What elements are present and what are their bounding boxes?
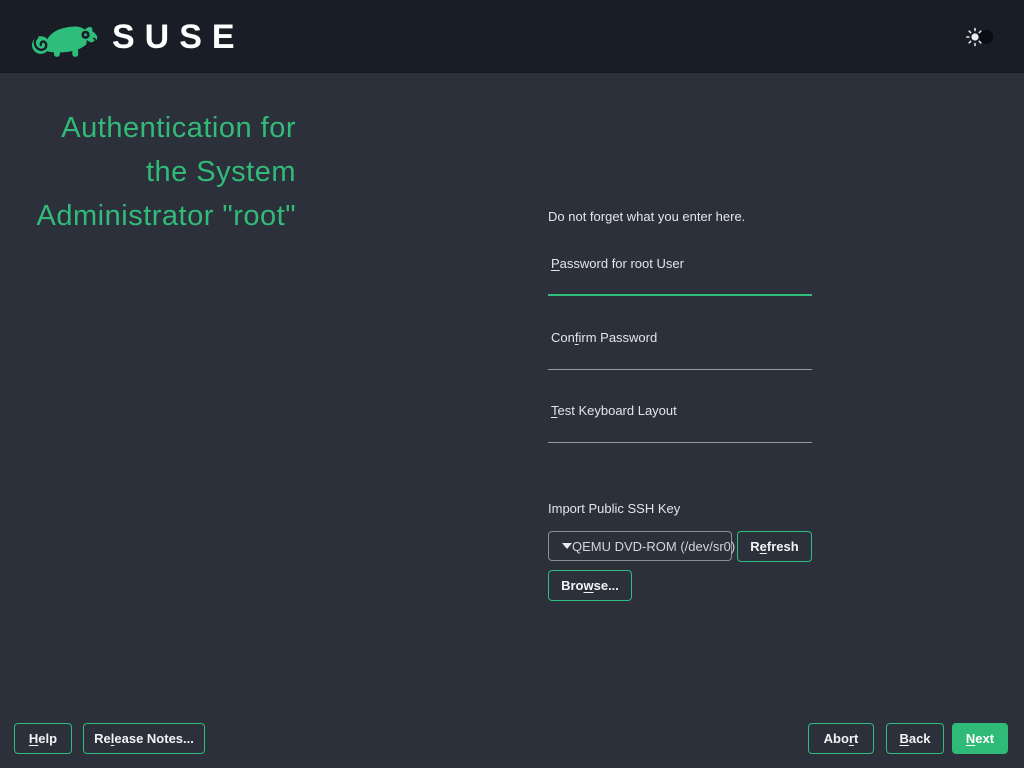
page-title-line: the System (145, 156, 296, 188)
import-ssh-key-label: Import Public SSH Key (548, 501, 681, 516)
refresh-button[interactable]: Refresh (737, 531, 812, 562)
confirm-password-input[interactable] (548, 346, 812, 370)
button-mnemonic: H (28, 731, 39, 746)
label-text: assword for root User (559, 256, 684, 271)
button-mnemonic: w (583, 578, 594, 593)
button-label: se... (593, 578, 619, 593)
next-button[interactable]: Next (952, 723, 1008, 754)
button-mnemonic: B (899, 731, 909, 746)
button-label: ack (908, 731, 931, 746)
button-mnemonic: N (965, 731, 976, 746)
browse-button[interactable]: Browse... (548, 570, 632, 601)
label-text: irm Password (578, 330, 658, 345)
chevron-down-icon (562, 543, 572, 549)
confirm-password-field-group: Confirm Password (548, 330, 812, 372)
theme-toggle-icon[interactable] (966, 26, 996, 48)
button-label: Abo (823, 731, 849, 746)
confirm-password-label: Confirm Password (548, 330, 812, 345)
button-label: t (854, 731, 859, 746)
password-hint-text: Do not forget what you enter here. (548, 209, 746, 224)
label-text: Con (551, 330, 575, 345)
installer-window: SUSE Authentication for the System Admin… (0, 0, 1024, 768)
release-notes-button[interactable]: Release Notes... (83, 723, 205, 754)
button-label: Re (94, 731, 111, 746)
page-title-line: Authentication for (61, 112, 296, 144)
button-mnemonic: e (759, 539, 767, 554)
test-keyboard-field-group: Test Keyboard Layout (548, 403, 812, 445)
button-label: ext (975, 731, 995, 746)
label-text: est Keyboard Layout (557, 403, 677, 418)
button-label: Bro (561, 578, 584, 593)
root-password-field-group: Password for root User (548, 256, 812, 298)
button-label: elp (38, 731, 58, 746)
suse-chameleon-icon (28, 15, 102, 59)
back-button[interactable]: Back (886, 723, 944, 754)
root-password-input[interactable] (548, 272, 812, 296)
help-button[interactable]: Help (14, 723, 72, 754)
button-label: ease Notes... (114, 731, 194, 746)
test-keyboard-label: Test Keyboard Layout (548, 403, 812, 418)
ssh-source-dropdown[interactable]: QEMU DVD-ROM (/dev/sr0) (548, 531, 735, 561)
suse-logo: SUSE (28, 15, 245, 59)
abort-button[interactable]: Abort (808, 723, 874, 754)
button-label: fresh (766, 539, 799, 554)
test-keyboard-input[interactable] (548, 419, 812, 443)
ssh-source-selected-value: QEMU DVD-ROM (/dev/sr0) (572, 538, 736, 554)
page-title-line: Administrator "root" (36, 200, 296, 232)
root-password-label: Password for root User (548, 256, 812, 271)
suse-wordmark: SUSE (112, 18, 245, 56)
button-label: R (750, 539, 760, 554)
top-bar: SUSE (0, 0, 1024, 73)
page-title: Authentication for the System Administra… (0, 106, 296, 238)
label-mnemonic: P (551, 256, 560, 271)
